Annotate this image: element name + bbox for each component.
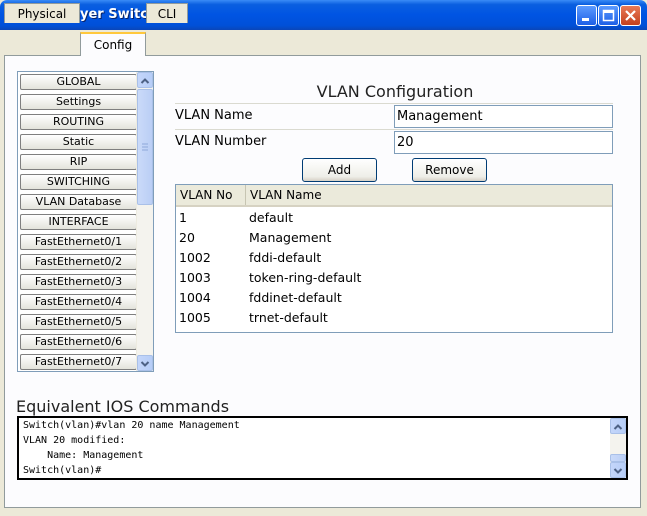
sidebar-scrollbar[interactable] — [136, 72, 153, 371]
ios-commands-title: Equivalent IOS Commands — [16, 397, 230, 416]
sidebar-item-fastethernet0-4[interactable]: FastEthernet0/4 — [20, 294, 137, 310]
chevron-down-icon — [140, 361, 150, 367]
vlan-name-label: VLAN Name — [175, 108, 253, 123]
vlan-no-cell: 20 — [179, 230, 195, 245]
console-scrollbar[interactable] — [610, 418, 626, 478]
table-row[interactable]: 1 default — [176, 208, 612, 228]
vlan-table-header: VLAN No VLAN Name — [176, 185, 612, 207]
title-bar[interactable]: MultiLayer Switch0 — [0, 0, 647, 30]
console-line: Switch(vlan)#vlan 20 name Management — [23, 420, 240, 431]
chevron-down-icon — [613, 468, 623, 474]
chevron-up-icon — [613, 424, 623, 430]
sidebar-item-global[interactable]: GLOBAL — [20, 74, 137, 90]
column-header-vlan-no[interactable]: VLAN No — [176, 185, 246, 205]
scroll-up-button[interactable] — [137, 72, 153, 88]
vlan-config-title: VLAN Configuration — [316, 82, 474, 101]
vlan-name-cell: Management — [249, 230, 332, 245]
sidebar-item-rip[interactable]: RIP — [20, 154, 137, 170]
vlan-number-row: VLAN Number 20 — [175, 129, 613, 155]
table-row[interactable]: 1003 token-ring-default — [176, 268, 612, 288]
minimize-icon — [582, 18, 589, 21]
sidebar-item-fastethernet0-2[interactable]: FastEthernet0/2 — [20, 254, 137, 270]
console-scroll-down-button[interactable] — [610, 462, 626, 478]
vlan-no-cell: 1 — [179, 210, 187, 225]
console-scroll-thumb[interactable] — [610, 454, 626, 462]
tab-cli[interactable]: CLI — [146, 3, 188, 23]
sidebar-item-switching[interactable]: SWITCHING — [20, 174, 137, 190]
sidebar-item-fastethernet0-6[interactable]: FastEthernet0/6 — [20, 334, 137, 350]
sidebar-item-routing[interactable]: ROUTING — [20, 114, 137, 130]
close-button[interactable] — [620, 5, 641, 26]
vlan-number-label: VLAN Number — [175, 134, 267, 149]
sidebar-item-fastethernet0-5[interactable]: FastEthernet0/5 — [20, 314, 137, 330]
chevron-up-icon — [140, 78, 150, 84]
vlan-name-cell: fddinet-default — [249, 290, 342, 305]
vlan-no-cell: 1005 — [179, 310, 211, 325]
vlan-name-cell: default — [249, 210, 293, 225]
console-line: VLAN 20 modified: — [23, 435, 126, 446]
sidebar-item-settings[interactable]: Settings — [20, 94, 137, 110]
vlan-name-cell: trnet-default — [249, 310, 328, 325]
sidebar-item-fastethernet0-1[interactable]: FastEthernet0/1 — [20, 234, 137, 250]
maximize-button[interactable] — [598, 5, 619, 26]
minimize-button[interactable] — [576, 5, 597, 26]
maximize-icon — [602, 9, 615, 22]
table-row[interactable]: 20 Management — [176, 228, 612, 248]
vlan-name-row: VLAN Name Management — [175, 103, 613, 129]
vlan-number-input[interactable]: 20 — [394, 131, 613, 154]
console-line: Switch(vlan)# — [23, 465, 102, 476]
vlan-name-cell: token-ring-default — [249, 270, 362, 285]
tab-physical[interactable]: Physical — [4, 3, 80, 23]
config-sidebar: GLOBAL Settings ROUTING Static RIP SWITC… — [17, 71, 154, 372]
app-window: MultiLayer Switch0 Physical Config CLI G… — [0, 0, 647, 516]
column-header-vlan-name[interactable]: VLAN Name — [246, 185, 612, 205]
vlan-name-input[interactable]: Management — [394, 105, 613, 128]
tab-config[interactable]: Config — [80, 32, 146, 56]
sidebar-item-vlan-database[interactable]: VLAN Database — [20, 194, 137, 210]
sidebar-item-fastethernet0-3[interactable]: FastEthernet0/3 — [20, 274, 137, 290]
sidebar-item-static[interactable]: Static — [20, 134, 137, 150]
sidebar-item-fastethernet0-7[interactable]: FastEthernet0/7 — [20, 354, 137, 370]
sidebar-scroll-thumb[interactable] — [137, 89, 153, 205]
vlan-no-cell: 1002 — [179, 250, 211, 265]
console-scroll-up-button[interactable] — [610, 418, 626, 434]
vlan-table: VLAN No VLAN Name 1 default 20 Managemen… — [175, 184, 613, 333]
scroll-down-button[interactable] — [137, 355, 153, 371]
table-row[interactable]: 1004 fddinet-default — [176, 288, 612, 308]
vlan-no-cell: 1003 — [179, 270, 211, 285]
close-icon — [625, 10, 636, 21]
vlan-name-cell: fddi-default — [249, 250, 322, 265]
ios-console[interactable]: Switch(vlan)#vlan 20 name Management VLA… — [17, 416, 628, 480]
sidebar-item-interface[interactable]: INTERFACE — [20, 214, 137, 230]
add-vlan-button[interactable]: Add — [302, 158, 377, 182]
vlan-no-cell: 1004 — [179, 290, 211, 305]
grip-icon — [142, 143, 148, 151]
table-row[interactable]: 1005 trnet-default — [176, 308, 612, 328]
remove-vlan-button[interactable]: Remove — [412, 158, 487, 182]
console-line: Name: Management — [23, 450, 144, 461]
table-row[interactable]: 1002 fddi-default — [176, 248, 612, 268]
